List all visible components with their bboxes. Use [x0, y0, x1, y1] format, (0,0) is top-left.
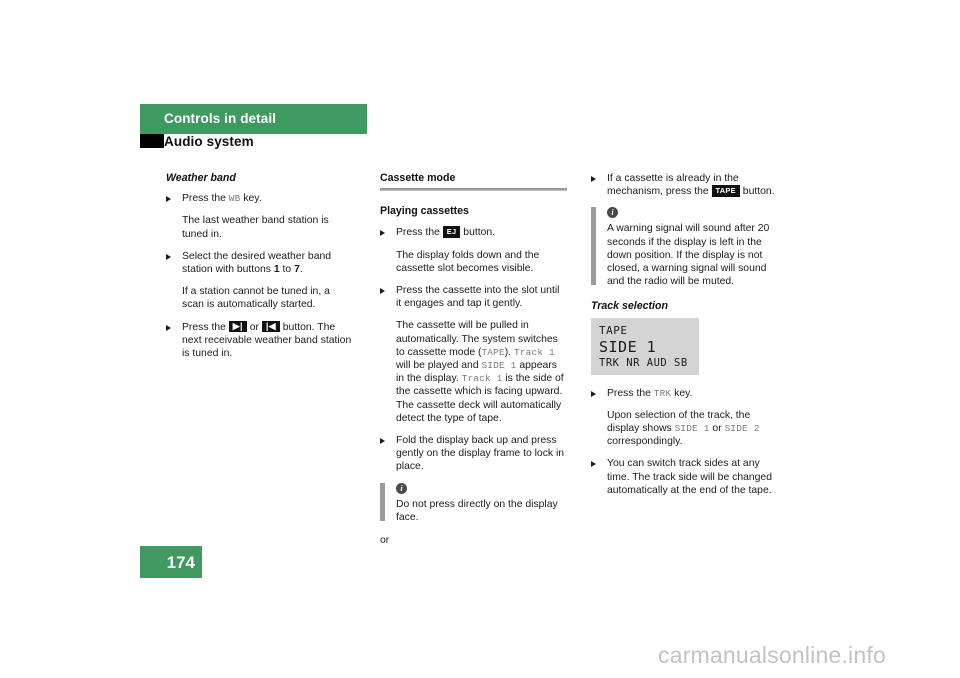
display-text-side1: SIDE 1	[674, 423, 710, 435]
previous-track-button-icon: |◀	[261, 320, 280, 332]
section-title: Audio system	[164, 134, 254, 149]
info-icon: i	[396, 482, 407, 494]
bullet-text: Fold the display back up and press gentl…	[396, 435, 565, 473]
para-cassette-pulled-in: The cassette will be pulled in automatic…	[380, 319, 567, 425]
display-text-tape: TAPE	[481, 346, 505, 358]
bullet-press-trk: Press the TRK key.	[591, 387, 778, 400]
heading-rule	[380, 188, 567, 192]
note-text: Do not press directly on the display fac…	[396, 498, 558, 523]
next-track-button-icon: ▶|	[228, 320, 247, 332]
display-text-side2: SIDE 2	[724, 423, 760, 435]
bullet-switch-track-sides: You can switch track sides at any time. …	[591, 457, 778, 497]
note-text: A warning signal will sound after 20 sec…	[607, 223, 770, 288]
heading-track-selection: Track selection	[591, 300, 668, 313]
bullet-triangle-icon	[380, 230, 385, 237]
note-side-bar	[380, 482, 385, 522]
bullet-text-pre: Select the desired weather band station …	[182, 250, 332, 276]
bullet-triangle-icon	[380, 288, 385, 295]
radio-display-graphic: TAPE SIDE 1 TRK NR AUD SB	[591, 317, 699, 375]
manual-page: Controls in detail Audio system Weather …	[0, 0, 960, 678]
bullet-press-wb: Press the WB key.	[166, 192, 353, 205]
para-scan-started: If a station cannot be tuned in, a scan …	[182, 286, 330, 311]
bullet-text-post: button.	[460, 227, 496, 239]
heading-playing-cassettes: Playing cassettes	[380, 205, 469, 218]
or-connector: or	[380, 535, 390, 547]
page-number: 174	[166, 553, 195, 572]
bullet-text-pre: Press the	[182, 321, 229, 333]
bullet-text-pre: Press the	[396, 227, 443, 239]
display-text-track1-b: Track 1	[461, 373, 503, 385]
column-track-selection: If a cassette is already in the mechanis…	[591, 172, 778, 506]
bullet-text-mid: or	[246, 321, 262, 333]
bullet-text-post: .	[299, 264, 303, 276]
display-line-mode: TAPE	[599, 323, 628, 337]
para-display-folds-down: The display folds down and the cassette …	[396, 249, 540, 274]
bullet-text-post: key.	[240, 193, 262, 205]
column-cassette-mode: Cassette mode Playing cassettes Press th…	[380, 172, 567, 547]
note-warning-signal: i A warning signal will sound after 20 s…	[591, 207, 778, 288]
bullet-select-station: Select the desired weather band station …	[166, 250, 353, 276]
heading-weather-band: Weather band	[166, 172, 236, 184]
bullet-press-eject: Press the EJ button.	[380, 226, 567, 239]
bullet-text-pre: Press the	[182, 193, 229, 205]
bullet-text-post: key.	[671, 387, 693, 399]
bullet-triangle-icon	[166, 253, 171, 260]
para-last-station: The last weather band station is tuned i…	[182, 215, 329, 240]
bullet-text-pre: Press the	[607, 387, 654, 399]
chapter-title: Controls in detail	[164, 111, 277, 126]
display-line-indicators: TRK NR AUD SB	[599, 356, 688, 369]
section-marker-block	[140, 134, 164, 148]
bullet-text-post: button.	[739, 186, 775, 198]
bullet-text: You can switch track sides at any time. …	[607, 458, 772, 496]
bullet-insert-cassette: Press the cassette into the slot until i…	[380, 284, 567, 310]
para-text-c: correspondingly.	[607, 436, 683, 448]
tape-button-icon: TAPE	[711, 185, 740, 198]
info-icon: i	[607, 207, 618, 219]
heading-cassette-mode: Cassette mode	[380, 172, 456, 184]
bullet-text-mid: to	[279, 264, 295, 276]
note-side-bar	[591, 207, 596, 286]
note-do-not-press: i Do not press directly on the display f…	[380, 482, 567, 524]
key-name-trk: TRK	[653, 387, 672, 399]
bullet-triangle-icon	[166, 196, 171, 203]
para-text-c: will be played and	[396, 360, 482, 372]
para-text-b: ).	[504, 346, 515, 358]
bullet-cassette-already-in: If a cassette is already in the mechanis…	[591, 172, 778, 198]
bullet-fold-display: Fold the display back up and press gentl…	[380, 434, 567, 474]
bullet-press-seek: Press the ▶| or |◀ button. The next rece…	[166, 320, 353, 361]
bullet-triangle-icon	[591, 176, 596, 182]
bullet-triangle-icon	[166, 324, 171, 331]
display-text-side1: SIDE 1	[481, 360, 517, 372]
bullet-triangle-icon	[591, 461, 596, 468]
display-line-side: SIDE 1	[599, 337, 657, 356]
para-text-b: or	[709, 423, 725, 435]
bullet-triangle-icon	[380, 438, 385, 445]
column-weather-band: Weather band Press the WB key. The last …	[166, 172, 353, 369]
site-watermark: carmanualsonline.info	[658, 642, 886, 668]
page-number-badge: 174	[140, 546, 202, 578]
key-name-wb: WB	[228, 193, 241, 205]
display-text-track1: Track 1	[514, 346, 555, 358]
bullet-text: Press the cassette into the slot until i…	[396, 285, 560, 310]
para-upon-selection: Upon selection of the track, the display…	[591, 409, 778, 449]
eject-button-icon: EJ	[442, 226, 461, 239]
bullet-triangle-icon	[591, 390, 596, 397]
chapter-header-bar: Controls in detail	[140, 104, 367, 134]
